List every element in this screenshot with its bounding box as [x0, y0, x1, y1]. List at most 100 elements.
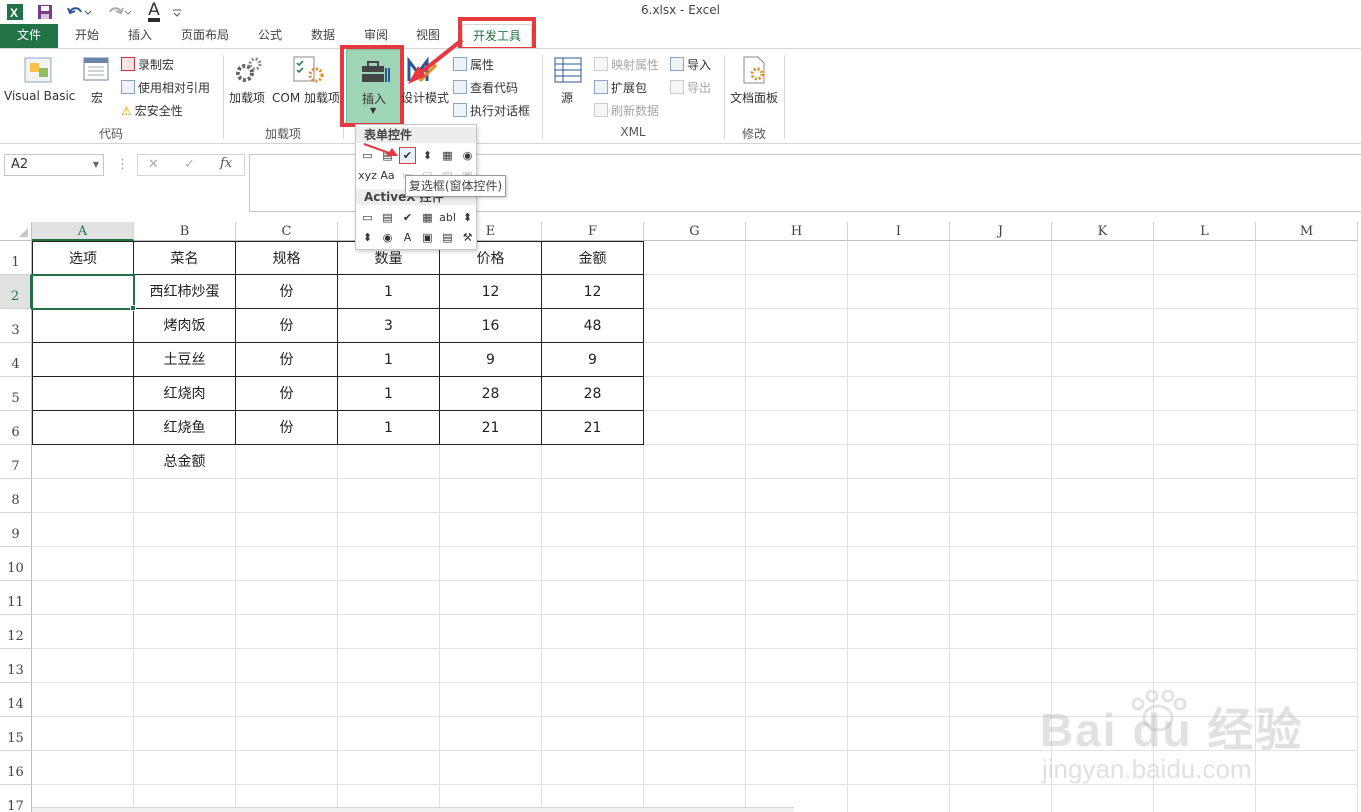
cell-b7[interactable]: 总金额 [134, 445, 236, 479]
map-properties-button[interactable]: 映射属性 [594, 56, 659, 73]
cell-f1[interactable]: 金额 [542, 241, 644, 275]
cell-h9[interactable] [746, 513, 848, 547]
cell-i6[interactable] [848, 411, 950, 445]
cell-d10[interactable] [338, 547, 440, 581]
cell-c10[interactable] [236, 547, 338, 581]
cell-l5[interactable] [1154, 377, 1256, 411]
cell-l2[interactable] [1154, 275, 1256, 309]
cell-h1[interactable] [746, 241, 848, 275]
row-header-10[interactable]: 10 [0, 547, 32, 581]
cell-f2[interactable]: 12 [542, 275, 644, 309]
row-header-6[interactable]: 6 [0, 411, 32, 445]
cell-g1[interactable] [644, 241, 746, 275]
cell-b15[interactable] [134, 717, 236, 751]
cell-c16[interactable] [236, 751, 338, 785]
cell-l9[interactable] [1154, 513, 1256, 547]
cell-b4[interactable]: 土豆丝 [134, 343, 236, 377]
cell-h8[interactable] [746, 479, 848, 513]
cell-f6[interactable]: 21 [542, 411, 644, 445]
cell-a8[interactable] [32, 479, 134, 513]
ax-combo-box-control-icon[interactable]: ▤ [379, 209, 396, 226]
cell-j7[interactable] [950, 445, 1052, 479]
cell-i14[interactable] [848, 683, 950, 717]
cell-i11[interactable] [848, 581, 950, 615]
cell-k1[interactable] [1052, 241, 1154, 275]
column-header-h[interactable]: H [746, 222, 848, 241]
cell-g16[interactable] [644, 751, 746, 785]
cell-g4[interactable] [644, 343, 746, 377]
ax-list-box-control-icon[interactable]: ▦ [419, 209, 436, 226]
cell-i10[interactable] [848, 547, 950, 581]
cell-j1[interactable] [950, 241, 1052, 275]
cell-h3[interactable] [746, 309, 848, 343]
cell-b10[interactable] [134, 547, 236, 581]
cell-f14[interactable] [542, 683, 644, 717]
tab-insert[interactable]: 插入 [118, 24, 162, 48]
cell-g12[interactable] [644, 615, 746, 649]
cell-k3[interactable] [1052, 309, 1154, 343]
ax-more-controls-control-icon[interactable]: ⚒ [459, 229, 476, 246]
cell-d3[interactable]: 3 [338, 309, 440, 343]
cell-h11[interactable] [746, 581, 848, 615]
cell-k7[interactable] [1052, 445, 1154, 479]
cell-f10[interactable] [542, 547, 644, 581]
row-header-7[interactable]: 7 [0, 445, 32, 479]
cell-a3[interactable] [32, 309, 134, 343]
cell-b1[interactable]: 菜名 [134, 241, 236, 275]
cell-m10[interactable] [1256, 547, 1358, 581]
cell-b11[interactable] [134, 581, 236, 615]
cell-d11[interactable] [338, 581, 440, 615]
cell-c9[interactable] [236, 513, 338, 547]
cell-a7[interactable] [32, 445, 134, 479]
cell-m4[interactable] [1256, 343, 1358, 377]
cell-m2[interactable] [1256, 275, 1358, 309]
cell-f16[interactable] [542, 751, 644, 785]
row-header-2[interactable]: 2 [0, 275, 32, 309]
cell-a16[interactable] [32, 751, 134, 785]
cell-g11[interactable] [644, 581, 746, 615]
cell-g14[interactable] [644, 683, 746, 717]
cell-j8[interactable] [950, 479, 1052, 513]
cell-f13[interactable] [542, 649, 644, 683]
cell-f5[interactable]: 28 [542, 377, 644, 411]
cell-k6[interactable] [1052, 411, 1154, 445]
cell-k10[interactable] [1052, 547, 1154, 581]
fill-handle[interactable] [130, 305, 136, 311]
cell-e3[interactable]: 16 [440, 309, 542, 343]
row-header-11[interactable]: 11 [0, 581, 32, 615]
cell-e7[interactable] [440, 445, 542, 479]
cell-l10[interactable] [1154, 547, 1256, 581]
refresh-data-button[interactable]: 刷新数据 [594, 102, 659, 119]
cell-k2[interactable] [1052, 275, 1154, 309]
cell-j13[interactable] [950, 649, 1052, 683]
cell-a15[interactable] [32, 717, 134, 751]
cell-i2[interactable] [848, 275, 950, 309]
tab-home[interactable]: 开始 [66, 24, 108, 48]
row-header-15[interactable]: 15 [0, 717, 32, 751]
ax-image-control-icon[interactable]: ▣ [419, 229, 436, 246]
cell-l8[interactable] [1154, 479, 1256, 513]
cell-h16[interactable] [746, 751, 848, 785]
cell-i4[interactable] [848, 343, 950, 377]
cell-c12[interactable] [236, 615, 338, 649]
run-dialog-button[interactable]: 执行对话框 [453, 102, 530, 119]
row-header-14[interactable]: 14 [0, 683, 32, 717]
cell-g10[interactable] [644, 547, 746, 581]
cell-k8[interactable] [1052, 479, 1154, 513]
cell-h13[interactable] [746, 649, 848, 683]
list-box-control-icon[interactable]: ▦ [439, 147, 456, 164]
cell-a1[interactable]: 选项 [32, 241, 134, 275]
cell-e11[interactable] [440, 581, 542, 615]
cell-a6[interactable] [32, 411, 134, 445]
tab-page-layout[interactable]: 页面布局 [172, 24, 238, 48]
cell-g13[interactable] [644, 649, 746, 683]
cell-b14[interactable] [134, 683, 236, 717]
ax-option-button-control-icon[interactable]: ◉ [379, 229, 396, 246]
column-header-b[interactable]: B [134, 222, 236, 241]
select-all-corner[interactable] [0, 222, 32, 241]
document-panel-button[interactable]: 文档面板 [730, 89, 778, 106]
cell-j4[interactable] [950, 343, 1052, 377]
cell-b5[interactable]: 红烧肉 [134, 377, 236, 411]
cell-e9[interactable] [440, 513, 542, 547]
cell-j10[interactable] [950, 547, 1052, 581]
